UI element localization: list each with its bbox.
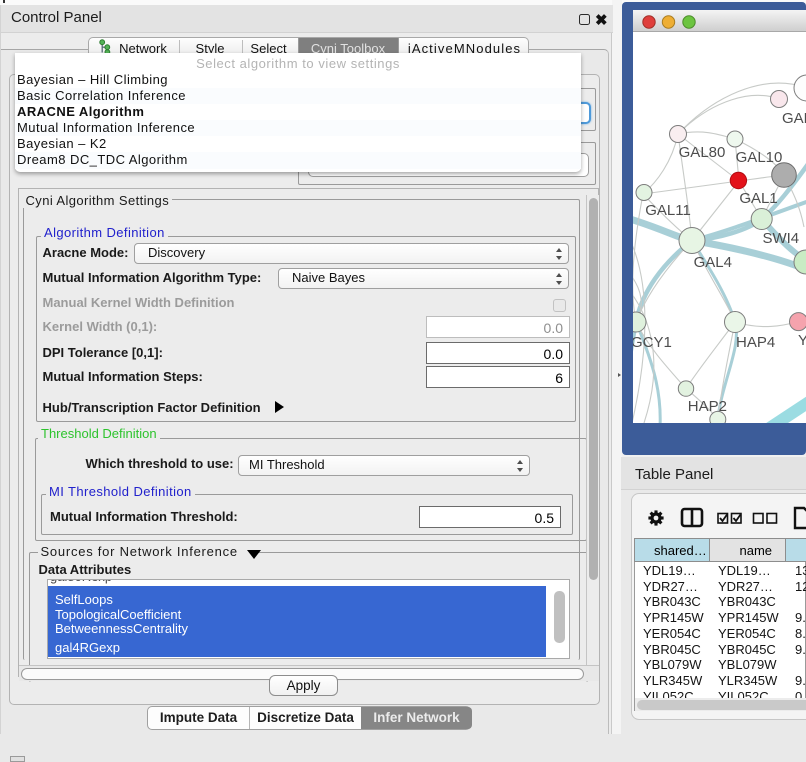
svg-text:GAL10: GAL10 [736,149,783,166]
svg-text:GAL80: GAL80 [679,144,726,161]
svg-text:HAP4: HAP4 [736,334,775,351]
svg-text:Y: Y [798,332,806,349]
svg-text:GAL2: GAL2 [782,110,806,127]
svg-text:HAP2: HAP2 [688,398,727,415]
svg-text:GAL1: GAL1 [739,190,777,207]
svg-text:SWI4: SWI4 [762,230,799,247]
svg-text:GCY1: GCY1 [631,334,672,351]
svg-text:GAL4: GAL4 [694,254,732,271]
svg-text:GAL11: GAL11 [645,202,691,219]
